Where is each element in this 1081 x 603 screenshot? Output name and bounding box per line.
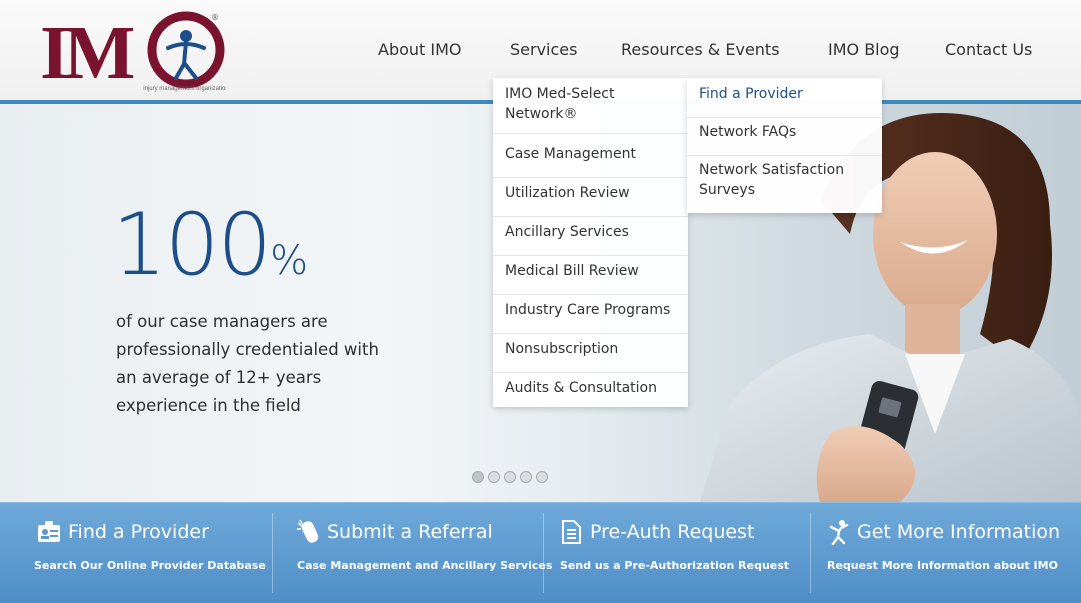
cta-title: Find a Provider [68,521,209,543]
slide-dot-5[interactable] [536,471,548,483]
submenu-item-network-faqs[interactable]: Network FAQs [687,120,882,156]
menu-item-nonsubscription[interactable]: Nonsubscription [493,335,688,373]
network-submenu: Find a Provider Network FAQs Network Sat… [687,78,882,213]
submenu-item-satisfaction-surveys[interactable]: Network Satisfaction Surveys [687,160,882,210]
stat-number: 100 [112,195,272,295]
nav-about[interactable]: About IMO [378,40,462,59]
stat-suffix: % [270,238,309,284]
mouse-click-icon [297,519,319,543]
main-nav: About IMO Services Resources & Events IM… [0,40,1081,64]
svg-text:injury management organization: injury management organization [143,86,226,92]
cta-get-more-info[interactable]: Get More Information Request More Inform… [811,503,1079,603]
menu-item-medical-bill-review[interactable]: Medical Bill Review [493,257,688,295]
stat-headline: 100% [112,202,308,288]
cta-submit-referral[interactable]: Submit a Referral Case Management and An… [273,503,552,603]
menu-item-industry-care-programs[interactable]: Industry Care Programs [493,296,688,334]
services-dropdown: IMO Med-Select Network® Case Management … [493,78,688,407]
cta-pre-auth-request[interactable]: Pre-Auth Request Send us a Pre-Authoriza… [544,503,810,603]
nav-blog[interactable]: IMO Blog [828,40,900,59]
menu-item-utilization-review[interactable]: Utilization Review [493,179,688,217]
nav-services[interactable]: Services [510,40,577,59]
menu-item-audits-consultation[interactable]: Audits & Consultation [493,374,688,407]
menu-item-case-management[interactable]: Case Management [493,140,688,178]
stat-description: of our case managers are professionally … [116,312,379,415]
cta-title: Submit a Referral [327,521,493,543]
slide-dot-3[interactable] [504,471,516,483]
svg-text:®: ® [211,13,219,22]
cta-find-provider[interactable]: Find a Provider Search Our Online Provid… [0,503,270,603]
nav-contact[interactable]: Contact Us [945,40,1032,59]
provider-card-icon [38,521,60,542]
cta-subtitle: Case Management and Ancillary Services [297,559,553,572]
document-icon [562,520,581,544]
submenu-item-find-provider[interactable]: Find a Provider [687,82,882,118]
slide-dot-1[interactable] [472,471,484,483]
slide-dot-2[interactable] [488,471,500,483]
slide-dot-4[interactable] [520,471,532,483]
cta-title: Pre-Auth Request [590,521,755,543]
slider-pagination [472,471,548,483]
cta-title: Get More Information [857,521,1061,543]
nav-resources-events[interactable]: Resources & Events [621,40,780,59]
person-info-icon [829,520,849,545]
menu-item-med-select-network[interactable]: IMO Med-Select Network® [493,84,688,134]
menu-item-ancillary-services[interactable]: Ancillary Services [493,218,688,256]
cta-subtitle: Request More Information about IMO [827,559,1058,572]
cta-subtitle: Send us a Pre-Authorization Request [560,559,790,572]
cta-bar: Find a Provider Search Our Online Provid… [0,502,1081,603]
cta-subtitle: Search Our Online Provider Database [34,559,266,572]
